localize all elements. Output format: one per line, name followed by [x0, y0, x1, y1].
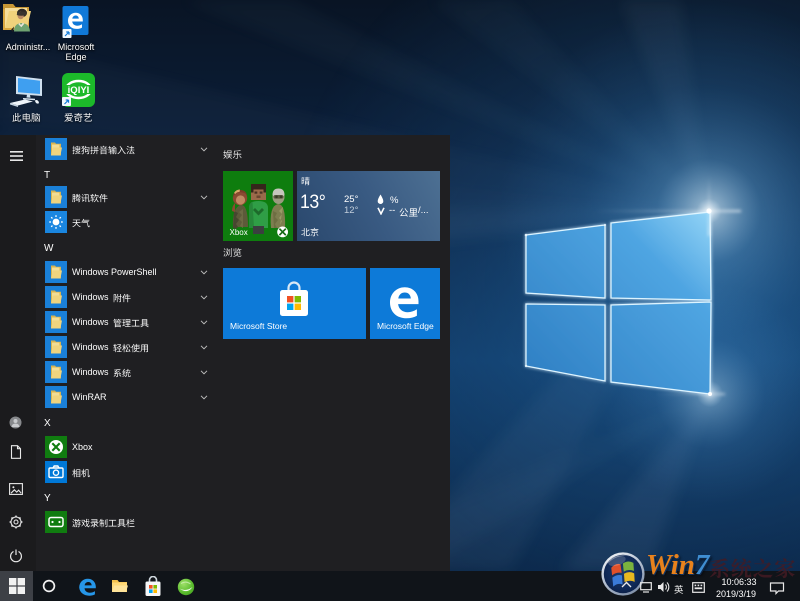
svg-text:iQIYI: iQIYI — [68, 85, 90, 96]
svg-text:Microsoft Store: Microsoft Store — [230, 321, 287, 331]
svg-text:Xbox: Xbox — [230, 228, 248, 237]
svg-text:Microsoft Edge: Microsoft Edge — [377, 321, 434, 331]
